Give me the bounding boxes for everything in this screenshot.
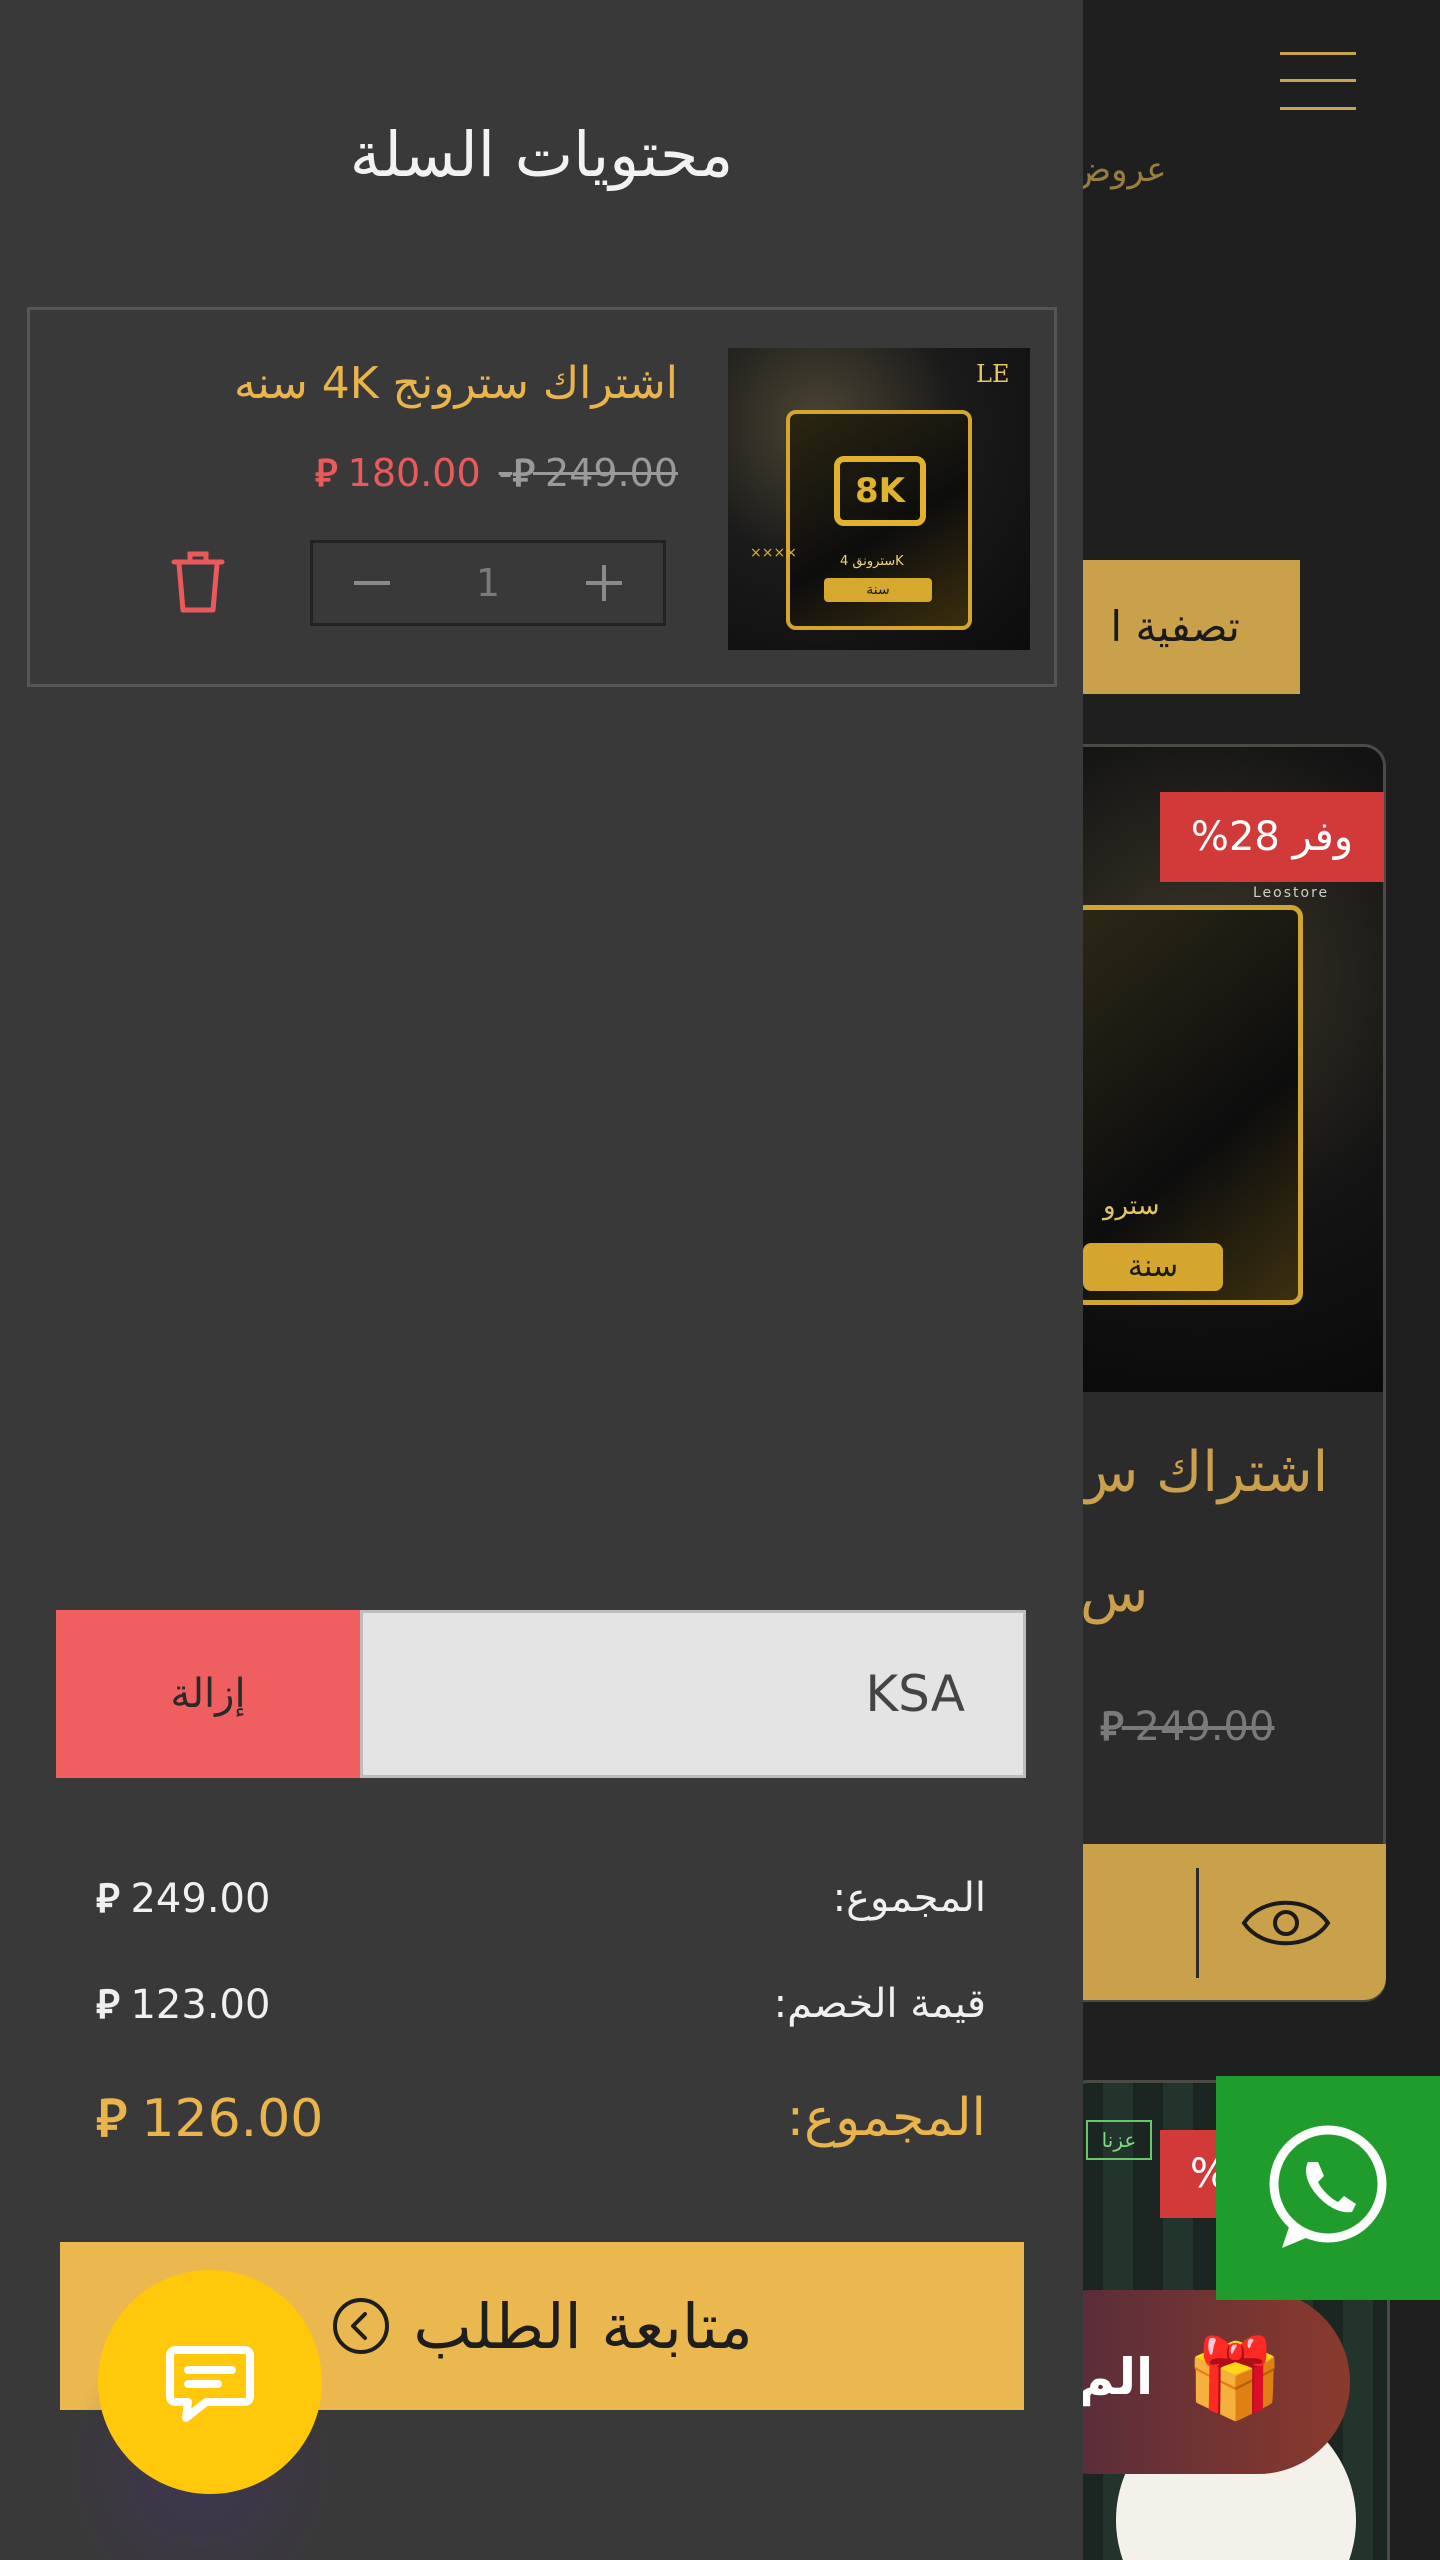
product-actions-divider [1196,1868,1199,1978]
gift-button-label: الم [1078,2348,1154,2406]
cart-item-price: ⃁ 180.00 -⃁ 249.00 [315,448,678,497]
cart-item: 8K سترونق 4K سنة LE ×××× اشتراك سترونج 4… [27,307,1057,687]
eye-icon[interactable] [1240,1890,1332,1956]
cart-title: محتويات السلة [349,118,734,191]
total-row: ⃁ 126.00 المجموع: [96,2084,986,2151]
product-image-pill: سنة [1083,1243,1223,1291]
product-title[interactable]: اشتراك س [1070,1440,1328,1505]
subtotal-label: المجموع: [832,1875,986,1921]
price-old: -⃁ 249.00 [498,451,678,495]
decrease-quantity-button[interactable] [313,543,431,623]
product-actions [1040,1844,1386,2000]
trash-icon[interactable] [170,550,226,614]
thumb-pill: سنة [824,578,932,602]
subtotal-row: ⃁ 249.00 المجموع: [96,1872,986,1924]
product-2-tag: عزنا [1086,2120,1152,2160]
total-label: المجموع: [786,2087,986,2148]
quantity-stepper: 1 [310,540,666,626]
product-image-caption: سترو [1103,1191,1160,1221]
product-title-line2: س [1080,1560,1149,1625]
product-brand: Leostore [1253,885,1330,901]
thumb-logo: LE [976,360,1010,388]
discount-label: قيمة الخصم: [773,1981,986,2027]
whatsapp-icon [1269,2125,1387,2248]
product-old-price: ⃁ 249.00 [1100,1704,1275,1750]
gift-icon: 🎁 [1186,2334,1284,2424]
thumb-badge: 8K [834,456,926,526]
menu-icon[interactable] [1280,52,1356,110]
minus-icon [354,581,390,585]
price-new: ⃁ 180.00 [315,451,481,495]
chat-button[interactable] [98,2270,322,2494]
chat-icon [166,2346,254,2422]
coupon-input[interactable]: KSA [360,1610,1026,1778]
product-card[interactable]: Leostore سترو سنة [1040,744,1386,2002]
whatsapp-button[interactable] [1216,2076,1440,2300]
discount-value: ⃁ 123.00 [96,1982,271,2028]
subtotal-value: ⃁ 249.00 [96,1876,271,1922]
nav-text: عروض [1070,150,1167,190]
cart-drawer: محتويات السلة 8K سترونق 4K سنة LE ×××× ا… [0,0,1083,2560]
plus-icon [586,565,622,601]
chevron-left-circle-icon [333,2298,390,2354]
cart-item-name[interactable]: اشتراك سترونج 4K سنه [78,358,678,409]
increase-quantity-button[interactable] [545,543,663,623]
discount-row: ⃁ 123.00 قيمة الخصم: [96,1978,986,2030]
thumb-marks: ×××× [750,545,797,561]
filter-button[interactable]: تصفية ا [1060,560,1300,694]
remove-coupon-button[interactable]: إزالة [56,1610,360,1778]
thumb-caption: سترونق 4K [840,554,904,569]
total-value: ⃁ 126.00 [96,2089,324,2149]
quantity-value[interactable]: 1 [431,561,545,605]
checkout-label: متابعة الطلب [413,2289,753,2363]
discount-badge: وفر 28% [1160,792,1384,882]
cart-item-image[interactable]: 8K سترونق 4K سنة LE ×××× [728,348,1030,650]
